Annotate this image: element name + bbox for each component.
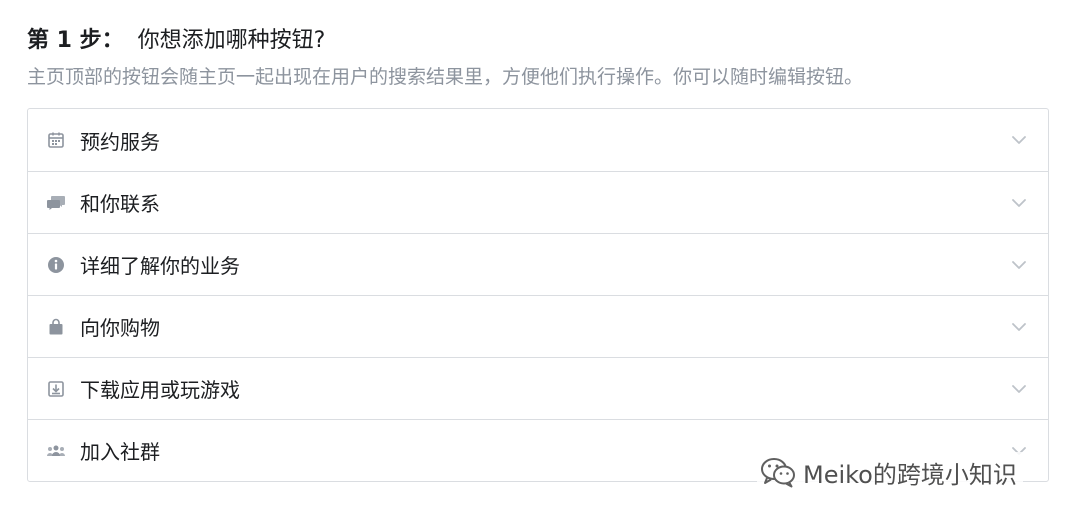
watermark: Meiko的跨境小知识 bbox=[757, 452, 1023, 492]
step-description: 主页顶部的按钮会随主页一起出现在用户的搜索结果里，方便他们执行操作。你可以随时编… bbox=[27, 66, 864, 88]
calendar-icon bbox=[45, 129, 67, 151]
option-label: 下载应用或玩游戏 bbox=[80, 378, 240, 402]
option-label: 详细了解你的业务 bbox=[80, 254, 240, 278]
step-header: 第 1 步： 你想添加哪种按钮? 主页顶部的按钮会随主页一起出现在用户的搜索结果里… bbox=[27, 24, 1057, 92]
option-label: 加入社群 bbox=[80, 440, 160, 464]
chevron-down-icon[interactable] bbox=[1010, 194, 1028, 212]
chevron-down-icon[interactable] bbox=[1010, 256, 1028, 274]
chevron-down-icon[interactable] bbox=[1010, 380, 1028, 398]
download-icon bbox=[45, 378, 67, 400]
chevron-down-icon[interactable] bbox=[1010, 318, 1028, 336]
button-type-list: 预约服务 和你联系 详细了解你的业务 向你购物 下载应用或玩游戏 加入社群 bbox=[27, 108, 1049, 482]
option-label: 向你购物 bbox=[80, 316, 160, 340]
step-question: 你想添加哪种按钮? bbox=[137, 28, 326, 53]
option-shop[interactable]: 向你购物 bbox=[28, 295, 1048, 357]
option-book-service[interactable]: 预约服务 bbox=[28, 109, 1048, 171]
step-label: 第 1 步： bbox=[27, 28, 124, 53]
option-contact-you[interactable]: 和你联系 bbox=[28, 171, 1048, 233]
wechat-icon bbox=[759, 455, 799, 489]
option-download-app[interactable]: 下载应用或玩游戏 bbox=[28, 357, 1048, 419]
option-label: 和你联系 bbox=[80, 192, 160, 216]
watermark-text: Meiko的跨境小知识 bbox=[803, 460, 1017, 489]
shopping-bag-icon bbox=[45, 316, 67, 338]
chat-bubbles-icon bbox=[45, 192, 67, 214]
step-title: 第 1 步： 你想添加哪种按钮? bbox=[27, 24, 1057, 58]
info-icon bbox=[45, 254, 67, 276]
community-icon bbox=[45, 440, 67, 462]
chevron-down-icon[interactable] bbox=[1010, 131, 1028, 149]
option-label: 预约服务 bbox=[80, 129, 160, 154]
option-learn-more[interactable]: 详细了解你的业务 bbox=[28, 233, 1048, 295]
